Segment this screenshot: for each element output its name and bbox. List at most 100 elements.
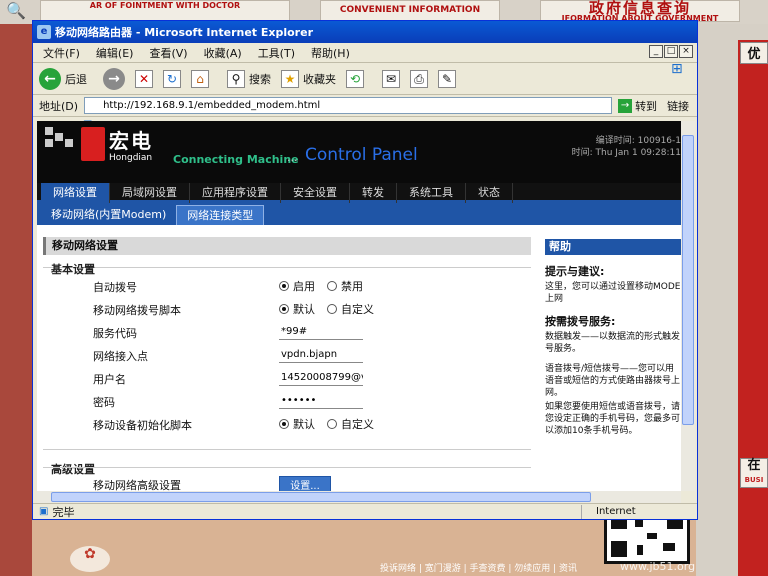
title-bar[interactable]: e 移动网络路由器 - Microsoft Internet Explorer [33, 21, 697, 43]
tab-forwarding[interactable]: 转发 [350, 183, 397, 203]
menu-help[interactable]: 帮助(H) [311, 45, 350, 61]
vertical-scrollbar[interactable] [681, 121, 695, 491]
tab-app-settings[interactable]: 应用程序设置 [190, 183, 281, 203]
tab-network-settings[interactable]: 网络设置 [41, 183, 110, 203]
init-script-custom-radio[interactable] [327, 419, 337, 429]
back-label[interactable]: 后退 [65, 71, 87, 87]
help-panel: 帮助 提示与建议: 这里，您可以通过设置移动MODE上网 按需拨号服务: 数据触… [545, 239, 681, 491]
dial-script-default-radio[interactable] [279, 304, 289, 314]
unicom-logo-icon: ✿ [70, 546, 110, 572]
edit-icon[interactable]: ✎ [438, 69, 456, 88]
tab-system-tools[interactable]: 系统工具 [397, 183, 466, 203]
links-button[interactable]: 链接 [667, 98, 689, 114]
print-icon[interactable]: ⎙ [410, 69, 428, 88]
favorites-icon[interactable]: ★ [281, 69, 299, 88]
advanced-label: 移动网络高级设置 [93, 479, 181, 491]
kiosk-ad-convenient: CONVENIENT INFORMATION [320, 0, 500, 22]
kiosk-ad-appointment: AR OF FOINTMENT WITH DOCTOR [40, 0, 290, 22]
go-button[interactable]: → 转到 [618, 98, 657, 114]
settings-content: 移动网络设置 基本设置 自动拨号 启用 禁用 移动网络拨号脚本 默认 自定义 服… [37, 231, 537, 491]
menu-favorites[interactable]: 收藏(A) [204, 45, 242, 61]
tab-status[interactable]: 状态 [466, 183, 513, 203]
mail-icon[interactable]: ✉ [382, 69, 400, 88]
status-bar: ▣ 完毕 Internet [33, 503, 697, 519]
auto-dial-enable-label: 启用 [293, 280, 315, 293]
home-icon[interactable]: ⌂ [191, 69, 209, 88]
row-username: 用户名 [93, 369, 523, 387]
history-icon[interactable]: ⟲ [346, 69, 364, 88]
search-button[interactable]: 搜索 [249, 71, 271, 87]
menu-view[interactable]: 查看(V) [149, 45, 187, 61]
tab-security[interactable]: 安全设置 [281, 183, 350, 203]
toolbar: ← 后退 → ✕ ↻ ⌂ ⚲ 搜索 ★ 收藏夹 ⟲ ✉ ⎙ ✎ [33, 63, 697, 95]
search-icon[interactable]: ⚲ [227, 69, 245, 88]
help-heading-tips: 提示与建议: [545, 265, 605, 278]
ad-text: CONVENIENT INFORMATION [339, 5, 481, 15]
brand-name-en: Hongdian [109, 153, 153, 163]
horizontal-scrollbar[interactable] [37, 491, 681, 503]
window-controls: _ □ × [648, 45, 693, 58]
panel-title: Control Panel [305, 145, 418, 165]
auto-dial-enable-radio[interactable] [279, 281, 289, 291]
brand-name-cn: 宏电 [109, 129, 153, 153]
kiosk-tag-top: 优 [740, 42, 768, 64]
row-password: 密码 [93, 392, 523, 410]
sub-tabs: 移动网络(内置Modem) 网络连接类型 [37, 203, 681, 225]
stop-icon[interactable]: ✕ [135, 69, 153, 88]
subtab-connection-type[interactable]: 网络连接类型 [176, 205, 265, 225]
windows-logo-icon: ⊞ [671, 61, 683, 77]
row-init-script: 移动设备初始化脚本 默认 自定义 [93, 415, 523, 433]
init-script-default-radio[interactable] [279, 419, 289, 429]
help-heading-on-demand: 按需拨号服务: [545, 315, 616, 328]
menu-edit[interactable]: 编辑(E) [96, 45, 134, 61]
section-header: 移动网络设置 [43, 237, 531, 255]
ad-text-cn: 政府信息查询 [588, 0, 691, 17]
row-advanced: 移动网络高级设置 设置... [93, 475, 523, 491]
auto-dial-disable-radio[interactable] [327, 281, 337, 291]
row-auto-dial: 自动拨号 启用 禁用 [93, 277, 523, 295]
dial-script-default-label: 默认 [293, 303, 315, 316]
dial-script-custom-label: 自定义 [341, 303, 374, 316]
kiosk-left-frame [0, 24, 32, 576]
back-button[interactable]: ← [39, 67, 61, 90]
auto-dial-disable-label: 禁用 [341, 280, 363, 293]
tagline-dots: ... [287, 151, 298, 164]
tab-lan-settings[interactable]: 局域网设置 [110, 183, 190, 203]
kiosk-tag-bottom: 在 BUSI [740, 458, 768, 488]
row-service-code: 服务代码 [93, 323, 523, 341]
group-advanced-label: 高级设置 [51, 463, 95, 476]
favorites-button[interactable]: 收藏夹 [303, 71, 336, 87]
close-icon[interactable]: × [679, 45, 693, 58]
password-input[interactable] [279, 393, 363, 409]
menu-bar: 文件(F) 编辑(E) 查看(V) 收藏(A) 工具(T) 帮助(H) [33, 43, 697, 63]
service-code-input[interactable] [279, 324, 363, 340]
help-text: 如果您要使用短信或语音拨号，请您设定正确的手机号码，您最多可以添加10条手机号码… [545, 402, 681, 436]
help-text: 这里，您可以通过设置移动MODE上网 [545, 282, 681, 304]
scrollbar-thumb[interactable] [51, 492, 591, 502]
tag-text: 在 [747, 458, 761, 473]
advanced-settings-button[interactable]: 设置... [279, 475, 331, 491]
menu-tools[interactable]: 工具(T) [258, 45, 295, 61]
window-title: 移动网络路由器 - Microsoft Internet Explorer [55, 26, 313, 39]
maximize-icon[interactable]: □ [664, 45, 678, 58]
kiosk-ad-government: 政府信息查询 IFORMATION ABOUT GOVERNMENT [540, 0, 740, 23]
minimize-icon[interactable]: _ [649, 45, 663, 58]
router-page: 宏电 Hongdian Connecting Machine ... Contr… [37, 121, 681, 491]
help-text: 语音拨号/短信拨号——您可以用语音或短信的方式使路由器拨号上网。 [545, 364, 681, 398]
help-text: 数据触发——以数据流的形式触发号服务。 [545, 332, 681, 354]
group-basic-label: 基本设置 [51, 263, 95, 276]
magnifier-icon: 🔍 [6, 1, 26, 20]
menu-file[interactable]: 文件(F) [43, 45, 80, 61]
service-code-label: 服务代码 [93, 327, 137, 340]
subtab-mobile-network[interactable]: 移动网络(内置Modem) [41, 205, 176, 225]
address-input[interactable] [84, 97, 613, 114]
dial-script-custom-radio[interactable] [327, 304, 337, 314]
scrollbar-thumb[interactable] [682, 135, 694, 425]
refresh-icon[interactable]: ↻ [163, 69, 181, 88]
forward-button[interactable]: → [103, 67, 125, 90]
username-input[interactable] [279, 370, 363, 386]
dial-script-label: 移动网络拨号脚本 [93, 304, 181, 317]
status-text: 完毕 [52, 505, 75, 519]
apn-input[interactable] [279, 347, 363, 363]
browser-window: e 移动网络路由器 - Microsoft Internet Explorer … [32, 20, 698, 520]
